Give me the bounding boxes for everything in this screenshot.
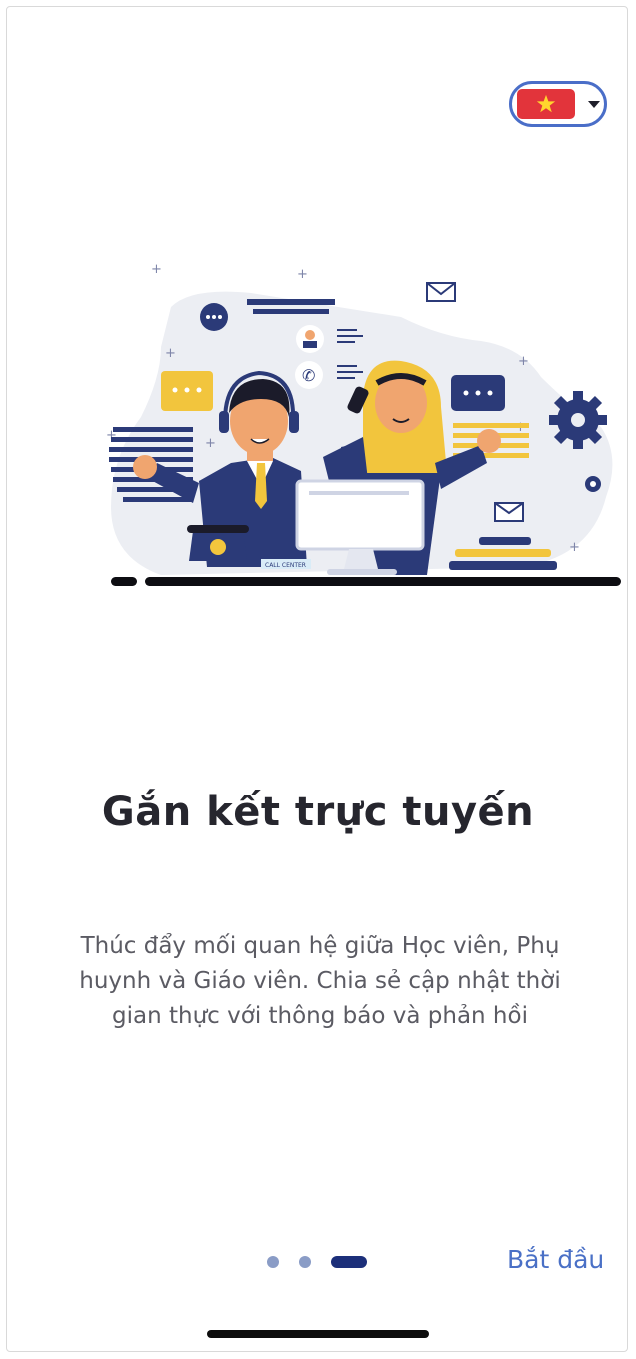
svg-text:+: + bbox=[518, 354, 529, 369]
page-indicator bbox=[267, 1255, 367, 1269]
chevron-down-icon bbox=[588, 100, 600, 108]
screen: +++ +++ ++ ✆ bbox=[6, 6, 628, 1352]
customer-support-illustration: +++ +++ ++ ✆ bbox=[106, 262, 621, 586]
start-button[interactable]: Bắt đầu bbox=[507, 1245, 604, 1274]
page-dot-active[interactable] bbox=[331, 1256, 367, 1268]
svg-text:+: + bbox=[297, 267, 308, 282]
onboarding-description: Thúc đẩy mối quan hệ giữa Học viên, Phụ … bbox=[79, 933, 561, 1029]
page-dot[interactable] bbox=[267, 1256, 279, 1268]
onboarding-title: Gắn kết trực tuyến bbox=[101, 789, 535, 835]
svg-text:+: + bbox=[569, 540, 580, 555]
home-indicator bbox=[207, 1330, 429, 1338]
svg-text:+: + bbox=[205, 436, 216, 451]
svg-text:+: + bbox=[151, 262, 162, 277]
language-selector[interactable] bbox=[509, 81, 607, 127]
vietnam-flag-icon bbox=[517, 89, 575, 119]
svg-text:✆: ✆ bbox=[302, 366, 315, 385]
svg-text:CALL CENTER: CALL CENTER bbox=[265, 562, 306, 569]
svg-text:+: + bbox=[165, 346, 176, 361]
page-dot[interactable] bbox=[299, 1256, 311, 1268]
